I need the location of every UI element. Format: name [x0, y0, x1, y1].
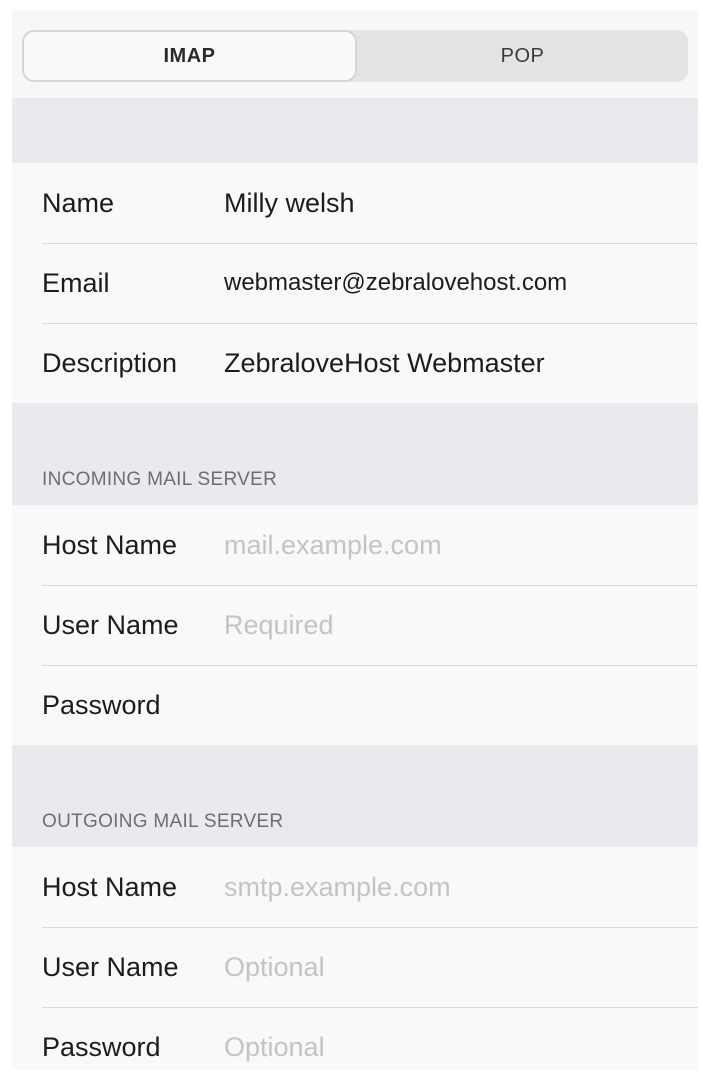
- outgoing-password-label: Password: [42, 1031, 161, 1062]
- segment-pop[interactable]: POP: [357, 30, 688, 82]
- incoming-host-input[interactable]: [224, 529, 684, 561]
- name-value[interactable]: Milly welsh: [224, 188, 355, 219]
- incoming-user-label: User Name: [42, 609, 179, 640]
- incoming-host-label: Host Name: [42, 529, 178, 560]
- description-row[interactable]: Description ZebraloveHost Webmaster: [12, 323, 698, 403]
- outgoing-header-label: OUTGOING MAIL SERVER: [42, 811, 284, 832]
- incoming-user-input[interactable]: [224, 609, 684, 641]
- name-label: Name: [42, 187, 115, 218]
- description-value[interactable]: ZebraloveHost Webmaster: [224, 348, 545, 379]
- incoming-host-row[interactable]: Host Name: [12, 505, 698, 585]
- incoming-password-input[interactable]: [224, 689, 684, 721]
- outgoing-password-input[interactable]: [224, 1031, 684, 1063]
- section-spacer: [12, 98, 698, 163]
- incoming-section-header: INCOMING MAIL SERVER: [12, 403, 698, 505]
- name-row[interactable]: Name Milly welsh: [12, 163, 698, 243]
- email-value[interactable]: webmaster@zebralovehost.com: [224, 269, 567, 297]
- protocol-segment-bar: IMAP POP: [12, 10, 698, 98]
- email-label: Email: [42, 267, 110, 298]
- incoming-header-label: INCOMING MAIL SERVER: [42, 469, 278, 490]
- outgoing-host-row[interactable]: Host Name: [12, 847, 698, 927]
- mail-account-settings: IMAP POP Name Milly welsh Email webmaste…: [12, 10, 698, 1070]
- incoming-password-row[interactable]: Password: [12, 665, 698, 745]
- protocol-segmented-control: IMAP POP: [22, 30, 688, 82]
- outgoing-user-input[interactable]: [224, 951, 684, 983]
- description-label: Description: [42, 347, 178, 378]
- outgoing-section-header: OUTGOING MAIL SERVER: [12, 745, 698, 847]
- account-info-group: Name Milly welsh Email webmaster@zebralo…: [12, 163, 698, 403]
- outgoing-server-group: Host Name User Name Password: [12, 847, 698, 1070]
- segment-imap[interactable]: IMAP: [22, 30, 357, 82]
- outgoing-user-row[interactable]: User Name: [12, 927, 698, 1007]
- outgoing-password-row[interactable]: Password: [12, 1007, 698, 1070]
- outgoing-user-label: User Name: [42, 951, 179, 982]
- outgoing-host-label: Host Name: [42, 871, 178, 902]
- email-row[interactable]: Email webmaster@zebralovehost.com: [12, 243, 698, 323]
- incoming-user-row[interactable]: User Name: [12, 585, 698, 665]
- incoming-server-group: Host Name User Name Password: [12, 505, 698, 745]
- outgoing-host-input[interactable]: [224, 871, 684, 903]
- incoming-password-label: Password: [42, 689, 161, 720]
